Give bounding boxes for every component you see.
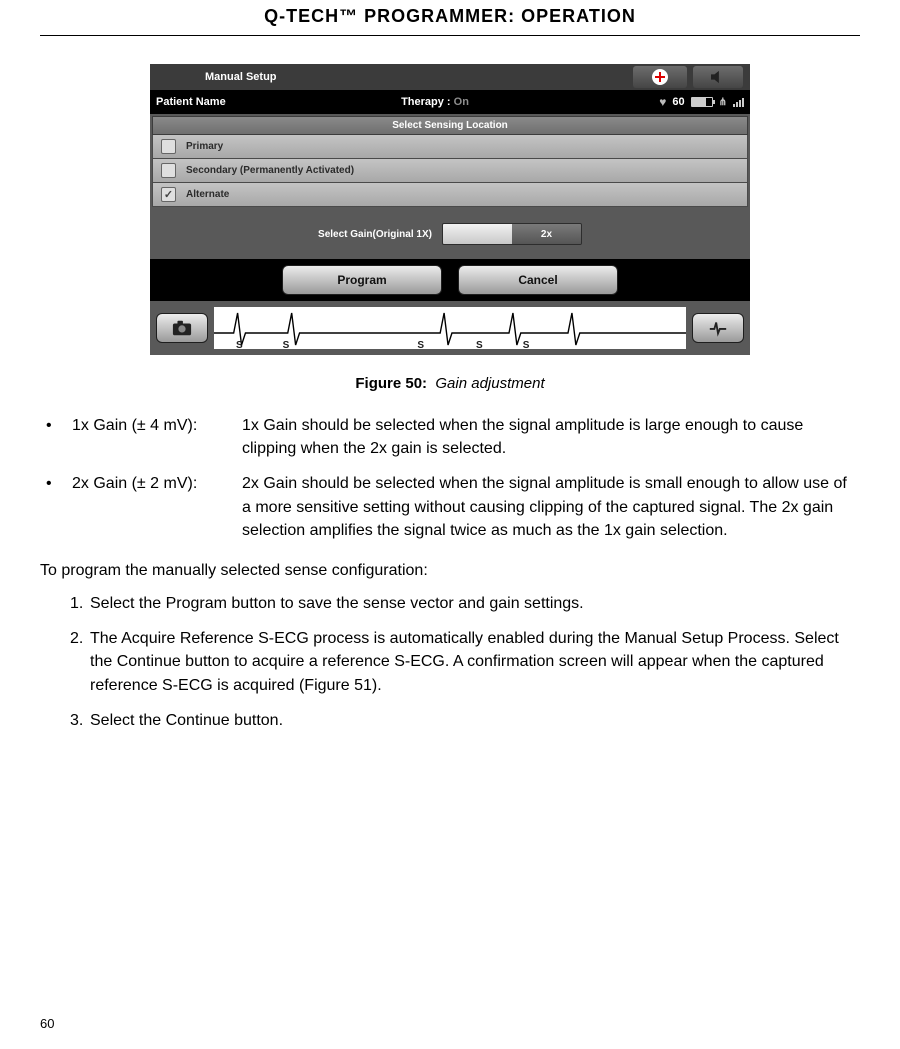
- shock-button[interactable]: [633, 66, 687, 88]
- ecg-markers: S S S S S: [214, 340, 686, 349]
- option-alternate[interactable]: ✓ Alternate: [152, 183, 748, 207]
- gain-toggle[interactable]: 2x: [442, 223, 582, 245]
- therapy-label: Therapy :: [401, 96, 451, 108]
- heart-icon: ♥: [659, 95, 666, 109]
- steps-list: 1. Select the Program button to save the…: [40, 592, 860, 732]
- status-bar: Patient Name Therapy : On ♥ 60 ⋔: [150, 90, 750, 114]
- marker: S: [476, 340, 483, 349]
- battery-icon: [691, 97, 713, 107]
- signal-icon: [733, 97, 744, 107]
- sound-button[interactable]: [693, 66, 743, 88]
- camera-icon: [172, 319, 192, 337]
- step-number: 1.: [40, 592, 90, 615]
- steps-intro: To program the manually selected sense c…: [40, 562, 860, 580]
- checkbox-checked-icon: ✓: [161, 187, 176, 202]
- step-text: Select the Program button to save the se…: [90, 592, 860, 615]
- checkbox-unchecked-icon: [161, 163, 176, 178]
- bullet-term: 2x Gain (± 2 mV):: [72, 472, 242, 542]
- gain-label: Select Gain(Original 1X): [318, 229, 432, 240]
- gain-toggle-right: 2x: [512, 224, 581, 244]
- plus-icon: [652, 69, 668, 85]
- bullet-desc: 2x Gain should be selected when the sign…: [242, 472, 860, 542]
- marker: S: [417, 340, 424, 349]
- ecg-icon: [708, 319, 728, 337]
- gain-toggle-left: [443, 224, 512, 244]
- section-header: Q-TECH™ PROGRAMMER: OPERATION: [40, 0, 860, 36]
- ecg-display-button[interactable]: [692, 313, 744, 343]
- figure-caption: Figure 50: Gain adjustment: [40, 375, 860, 392]
- step-number: 2.: [40, 627, 90, 697]
- option-primary[interactable]: Primary: [152, 135, 748, 159]
- bullet-desc: 1x Gain should be selected when the sign…: [242, 414, 860, 460]
- program-button[interactable]: Program: [282, 265, 442, 295]
- marker: S: [523, 340, 530, 349]
- option-primary-label: Primary: [186, 141, 223, 152]
- step-number: 3.: [40, 709, 90, 732]
- patient-name-label: Patient Name: [156, 96, 276, 108]
- marker: S: [236, 340, 243, 349]
- step-text: The Acquire Reference S-ECG process is a…: [90, 627, 860, 697]
- heart-rate: 60: [672, 96, 684, 108]
- option-alternate-label: Alternate: [186, 189, 229, 200]
- option-secondary[interactable]: Secondary (Permanently Activated): [152, 159, 748, 183]
- checkbox-unchecked-icon: [161, 139, 176, 154]
- ecg-strip: S S S S S: [214, 307, 686, 349]
- screen-title: Manual Setup: [150, 64, 633, 90]
- bullet-term: 1x Gain (± 4 mV):: [72, 414, 242, 460]
- page-number: 60: [40, 1016, 54, 1031]
- option-secondary-label: Secondary (Permanently Activated): [186, 165, 354, 176]
- sensing-header: Select Sensing Location: [152, 116, 748, 135]
- speaker-icon: [709, 70, 727, 84]
- link-icon: ⋔: [719, 97, 727, 108]
- marker: S: [283, 340, 290, 349]
- step-text: Select the Continue button.: [90, 709, 860, 732]
- programmer-screenshot: Manual Setup Patient Name Therapy : On: [150, 64, 750, 355]
- cancel-button[interactable]: Cancel: [458, 265, 618, 295]
- therapy-value: On: [454, 96, 469, 108]
- gain-description-list: • 1x Gain (± 4 mV): 1x Gain should be se…: [40, 414, 860, 542]
- snapshot-button[interactable]: [156, 313, 208, 343]
